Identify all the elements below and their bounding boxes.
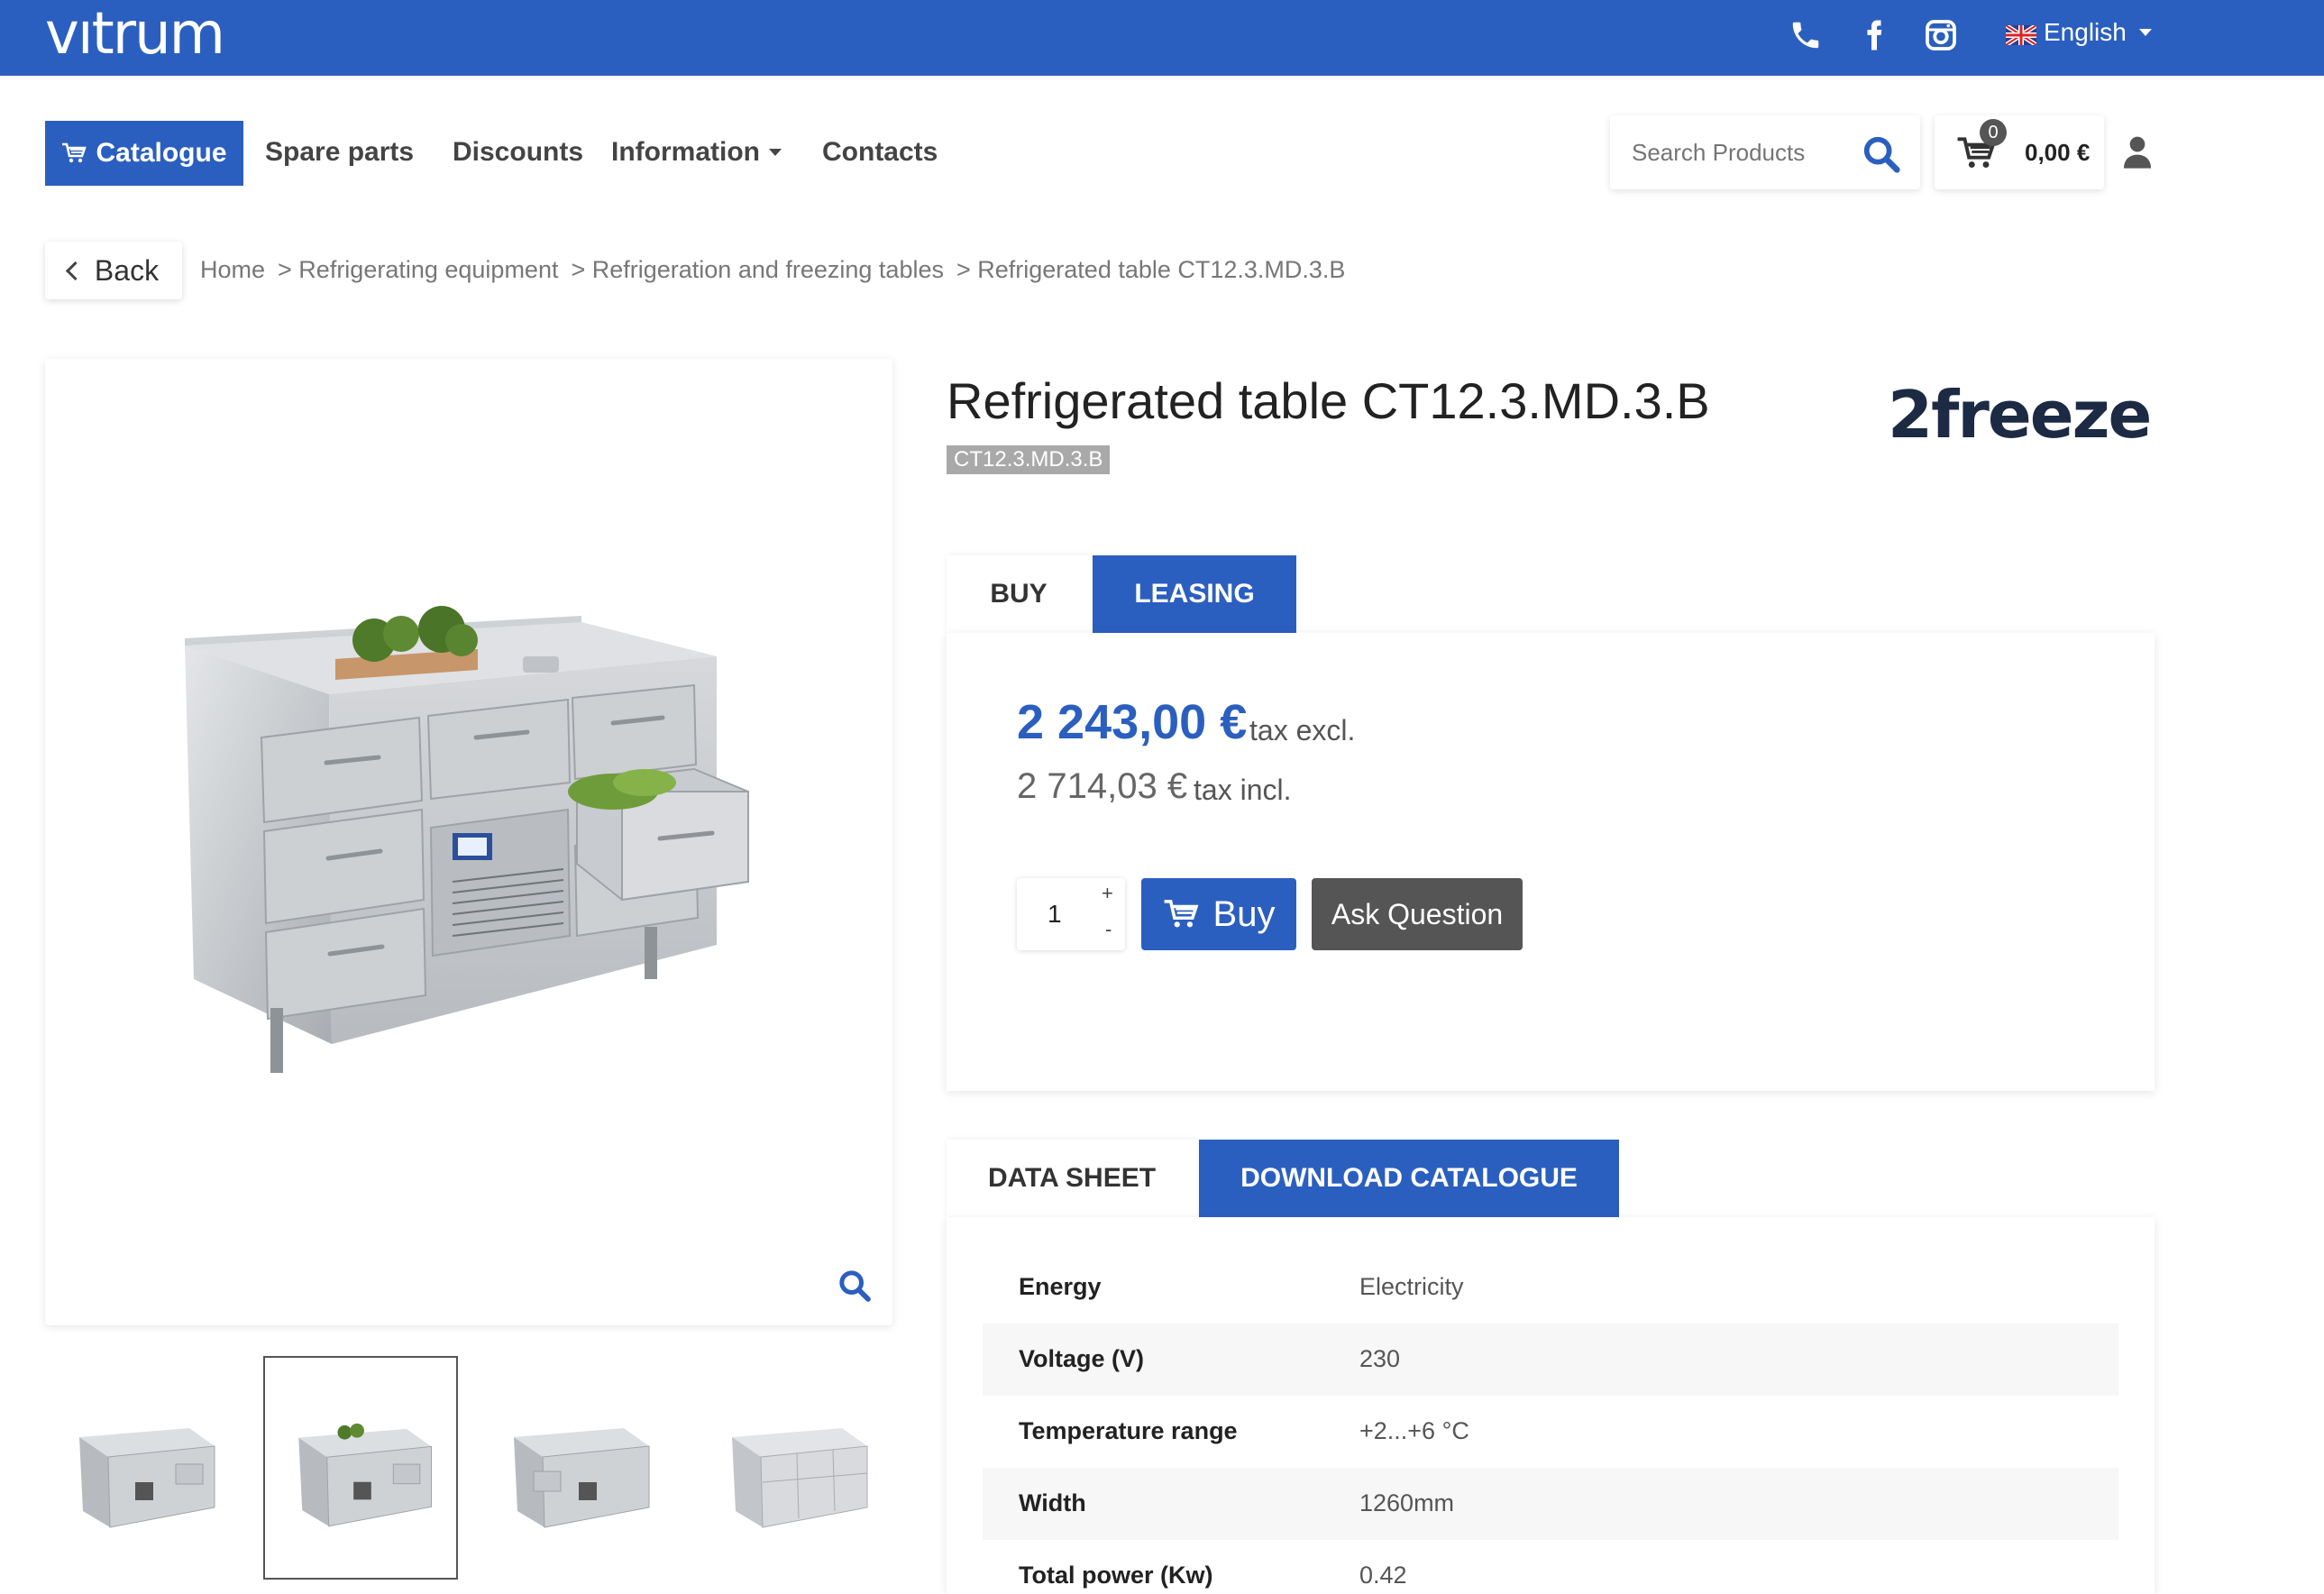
spec-value: 1260mm <box>1359 1489 1455 1516</box>
spec-value: 230 <box>1359 1345 1401 1372</box>
spec-label: Voltage (V) <box>1019 1345 1145 1372</box>
spec-label: Temperature range <box>1019 1417 1238 1444</box>
nav-catalogue-label: Catalogue <box>96 138 227 168</box>
spec-value: 0.42 <box>1359 1562 1407 1589</box>
thumbnail-image <box>732 1428 868 1528</box>
nav-catalogue[interactable]: Catalogue <box>45 121 243 186</box>
thumbnail-image <box>298 1423 433 1527</box>
price-tax-excl-label: tax excl. <box>1249 714 1356 747</box>
breadcrumb-refrigerating-equipment[interactable]: > Refrigerating equipment <box>278 256 558 284</box>
spec-label: Total power (Kw) <box>1019 1562 1213 1589</box>
back-button[interactable]: Back <box>45 242 182 299</box>
tab-buy[interactable]: BUY <box>947 555 1091 633</box>
instagram-icon[interactable] <box>1920 14 1962 56</box>
tab-download-catalogue[interactable]: DOWNLOAD CATALOGUE <box>1199 1140 1619 1217</box>
facebook-icon[interactable] <box>1853 14 1895 56</box>
product-title: Refrigerated table CT12.3.MD.3.B <box>947 372 1710 429</box>
nav-information-label: Information <box>611 137 760 167</box>
back-label: Back <box>94 253 160 287</box>
buy-button-label: Buy <box>1212 893 1276 934</box>
language-selector[interactable]: English <box>2004 18 2152 48</box>
search-icon[interactable] <box>1861 133 1902 175</box>
uk-flag-icon <box>2004 23 2038 48</box>
quantity-decrease[interactable]: - <box>1105 918 1112 941</box>
quantity-increase[interactable]: + <box>1102 882 1113 905</box>
tab-data-sheet[interactable]: DATA SHEET <box>947 1140 1197 1217</box>
thumbnail-4[interactable] <box>698 1356 892 1580</box>
tab-leasing[interactable]: LEASING <box>1093 555 1296 633</box>
product-image-panel[interactable] <box>45 359 892 1325</box>
nav-discounts[interactable]: Discounts <box>453 137 583 168</box>
spec-label: Energy <box>1019 1273 1102 1300</box>
sku-badge: CT12.3.MD.3.B <box>947 445 1111 474</box>
cart-icon <box>62 142 87 163</box>
price-tax-excl: 2 243,00 € <box>1017 695 1248 749</box>
zoom-icon[interactable] <box>837 1268 873 1304</box>
nav-contacts[interactable]: Contacts <box>822 137 938 168</box>
spec-row: Total power (Kw) 0.42 <box>983 1540 2118 1594</box>
chevron-down-icon <box>2138 29 2152 36</box>
thumbnail-2[interactable] <box>263 1356 458 1580</box>
breadcrumb-home[interactable]: Home <box>200 256 265 284</box>
top-bar <box>0 0 2324 76</box>
nav-information[interactable]: Information <box>611 137 782 168</box>
spec-row: Temperature range +2...+6 °C <box>983 1396 2118 1468</box>
breadcrumb: Home > Refrigerating equipment > Refrige… <box>200 256 1345 284</box>
buy-button[interactable]: Buy <box>1141 878 1296 950</box>
thumbnail-image <box>514 1428 650 1528</box>
product-image <box>185 606 749 1073</box>
breadcrumb-current: > Refrigerated table CT12.3.MD.3.B <box>956 256 1346 283</box>
cart-total[interactable]: 0,00 € <box>2025 139 2090 167</box>
chevron-down-icon <box>769 149 782 156</box>
nav-spare-parts[interactable]: Spare parts <box>265 137 414 168</box>
cart-count-badge: 0 <box>1980 119 2007 146</box>
spec-label: Width <box>1019 1489 1086 1516</box>
quantity-value[interactable]: 1 <box>1048 900 1062 929</box>
search-input[interactable] <box>1630 133 1850 171</box>
brand-logo[interactable]: 2freeze <box>1888 377 2152 453</box>
cart-icon <box>1164 900 1198 928</box>
user-icon[interactable] <box>2122 135 2153 171</box>
language-label: English <box>2044 18 2127 46</box>
spec-row: Voltage (V) 230 <box>983 1324 2118 1396</box>
spec-row: Energy Electricity <box>983 1251 2118 1324</box>
thumbnail-image <box>79 1428 215 1528</box>
ask-question-button[interactable]: Ask Question <box>1312 878 1523 950</box>
phone-icon[interactable] <box>1785 14 1826 56</box>
spec-value: +2...+6 °C <box>1359 1417 1469 1444</box>
breadcrumb-refrigeration-tables[interactable]: > Refrigeration and freezing tables <box>571 256 944 284</box>
chevron-left-icon <box>65 261 86 280</box>
price-tax-incl: 2 714,03 € <box>1017 766 1188 806</box>
site-logo[interactable]: vıtrum <box>45 2 225 67</box>
thumbnail-3[interactable] <box>480 1356 674 1580</box>
spec-row: Width 1260mm <box>983 1468 2118 1540</box>
price-tax-incl-label: tax incl. <box>1194 774 1292 806</box>
thumbnail-1[interactable] <box>45 1356 240 1580</box>
spec-value: Electricity <box>1359 1273 1464 1300</box>
